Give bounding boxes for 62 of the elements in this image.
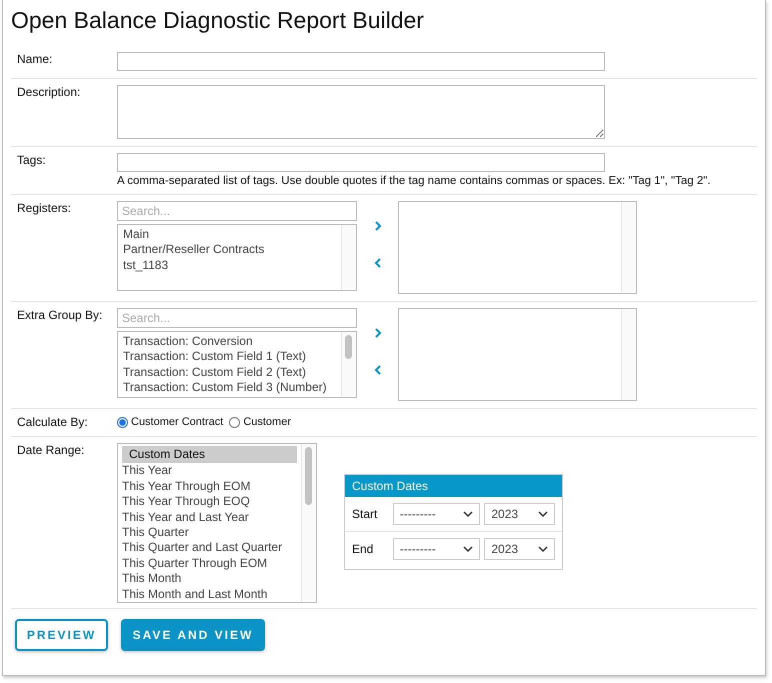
chevron-down-icon <box>463 510 474 518</box>
panel-header: Custom Dates <box>345 475 562 497</box>
scrollbar[interactable] <box>621 202 636 293</box>
selected-list[interactable] <box>398 201 637 294</box>
chevron-right-icon[interactable] <box>372 220 382 232</box>
list-item[interactable]: Transaction: Custom Field 1 (Text) <box>123 349 336 365</box>
field-label: Tags: <box>16 153 47 169</box>
help-text: A comma-separated list of tags. Use double quotes if the tag name contains commas or spaces. Ex: "Tag 1", "Tag 2". <box>117 175 711 187</box>
scrollbar[interactable] <box>301 444 316 602</box>
field-label: Extra Group By: <box>16 308 104 324</box>
scrollbar[interactable] <box>341 225 356 290</box>
chevron-right-icon[interactable] <box>372 326 382 339</box>
list-item[interactable]: This Year Through EOM <box>122 478 297 494</box>
list-item[interactable]: Transaction: Custom Field 3 (Number) <box>123 380 336 396</box>
year-dropdown[interactable]: 2023 <box>484 538 555 560</box>
preview-button[interactable]: PREVIEW <box>15 619 108 651</box>
tags-field[interactable] <box>117 153 605 172</box>
list-item[interactable]: Transaction: Custom Field 2 (Text) <box>123 364 336 380</box>
chevron-left-icon[interactable] <box>372 257 382 270</box>
radio-button[interactable] <box>117 416 128 428</box>
list-item[interactable]: tst_1183 <box>123 258 336 274</box>
field-label: Date Range: <box>16 443 86 459</box>
available-list[interactable]: Transaction: Conversion Transaction: Custom Field 1 (Text) Transaction: Custom Field 2 (Text) Transaction: Custom Field 3 (Number) <box>117 331 357 398</box>
list-item[interactable]: This Quarter and Last Quarter <box>122 540 297 556</box>
list-item[interactable]: This Quarter Through EOM <box>122 556 297 572</box>
available-list[interactable]: Main Partner/Reseller Contracts tst_1183 <box>117 224 357 291</box>
field-label: Name: <box>16 52 54 68</box>
date-range-list[interactable]: Custom Dates This Year This Year Through EOM This Year Through EOQ This Year and Last Year This Quarter This Quarter and Last Quarter This Quarter Through EOM This Month This Month and Last Month <box>117 443 317 603</box>
search-field[interactable]: Search... <box>117 308 357 328</box>
list-item[interactable]: This Month and Last Month <box>122 586 297 602</box>
list-item[interactable]: This Year Through EOQ <box>122 494 297 510</box>
list-item[interactable]: This Quarter <box>122 525 297 540</box>
scrollbar[interactable] <box>341 332 356 397</box>
month-dropdown[interactable]: --------- <box>392 538 480 560</box>
list-item[interactable]: This Year <box>122 463 297 479</box>
chevron-down-icon <box>538 546 548 552</box>
list-item[interactable]: Partner/Reseller Contracts <box>123 242 336 258</box>
list-item[interactable]: Custom Dates <box>122 446 297 464</box>
list-item[interactable]: Main <box>123 227 336 242</box>
list-item[interactable]: Transaction: Conversion <box>123 334 336 350</box>
search-field[interactable]: Search... <box>117 201 357 221</box>
date-label: End <box>352 542 374 556</box>
date-label: Start <box>352 507 378 521</box>
name-field[interactable] <box>117 52 605 71</box>
radio-label: Customer Contract <box>131 416 224 428</box>
page-title: Open Balance Diagnostic Report Builder <box>11 6 425 35</box>
save-and-view-button[interactable]: SAVE AND VIEW <box>121 619 265 651</box>
field-label: Calculate By: <box>16 415 89 429</box>
chevron-down-icon <box>463 546 474 552</box>
field-label: Description: <box>16 85 82 101</box>
month-dropdown[interactable]: --------- <box>392 503 480 525</box>
chevron-down-icon <box>538 510 548 518</box>
chevron-left-icon[interactable] <box>372 364 382 376</box>
description-field[interactable] <box>117 85 605 139</box>
radio-button[interactable] <box>229 416 240 428</box>
field-label: Registers: <box>16 201 72 217</box>
scrollbar[interactable] <box>621 309 636 400</box>
selected-list[interactable] <box>398 308 637 401</box>
list-item[interactable]: This Year and Last Year <box>122 510 297 526</box>
list-item[interactable]: This Month <box>122 571 297 587</box>
radio-label: Customer <box>243 416 291 428</box>
year-dropdown[interactable]: 2023 <box>484 503 555 525</box>
